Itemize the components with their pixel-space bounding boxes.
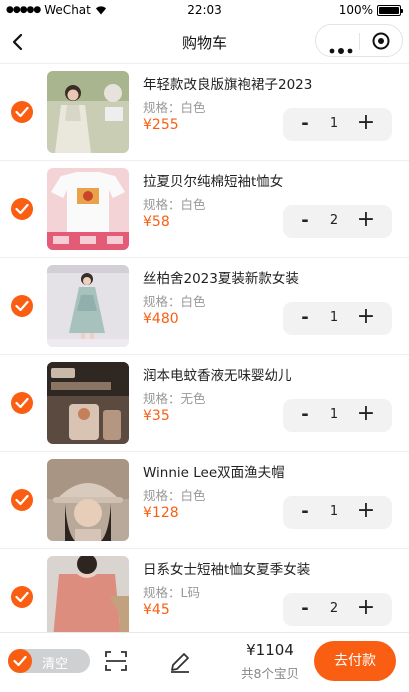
scan-button[interactable] [104,650,128,672]
increase-button[interactable]: + [356,498,376,523]
cart-item: 丝柏舍2023夏装新款女装 规格：白色 ¥480 - 1 + [0,257,409,354]
close-mini-program-button[interactable] [372,32,390,50]
product-image[interactable] [47,265,129,347]
product-spec: 规格：白色 [143,488,206,503]
quantity-stepper: - 2 + [283,593,392,626]
battery-percent: 100% [338,3,373,17]
decrease-button[interactable]: - [296,501,314,522]
product-title[interactable]: 日系女士短袖t恤女夏季女装 [143,558,393,578]
product-image[interactable] [47,556,129,638]
cart-item: 日系女士短袖t恤女夏季女装 规格：L码 ¥45 - 2 + [0,548,409,645]
product-spec: 规格：白色 [143,197,206,212]
product-price: ¥58 [143,214,170,230]
item-checkbox[interactable] [11,392,33,414]
decrease-button[interactable]: - [296,307,314,328]
edit-button[interactable] [168,650,192,674]
target-close-icon [372,32,390,50]
check-icon [15,203,29,215]
check-icon [15,106,29,118]
product-title[interactable]: Winnie Lee双面渔夫帽 [143,461,393,481]
check-icon [15,397,29,409]
clear-toggle[interactable]: 清空 [8,649,90,673]
product-title[interactable]: 润本电蚊香液无味婴幼儿 [143,364,393,384]
increase-button[interactable]: + [356,401,376,426]
item-checkbox[interactable] [11,198,33,220]
decrease-button[interactable]: - [296,113,314,134]
nav-bar: 购物车 [0,20,409,64]
quantity-stepper: - 1 + [283,496,392,529]
product-title[interactable]: 年轻款改良版旗袍裙子2023 [143,73,393,93]
quantity-stepper: - 1 + [283,302,392,335]
quantity-value[interactable]: 1 [323,504,345,519]
product-spec: 规格：白色 [143,294,206,309]
increase-button[interactable]: + [356,304,376,329]
check-icon [15,300,29,312]
quantity-stepper: - 1 + [283,399,392,432]
cart-item: Winnie Lee双面渔夫帽 规格：白色 ¥128 - 1 + [0,451,409,548]
quantity-stepper: - 1 + [283,108,392,141]
increase-button[interactable]: + [356,595,376,620]
check-icon [15,591,29,603]
item-checkbox[interactable] [11,101,33,123]
product-price: ¥480 [143,311,179,327]
cart-item-list: 年轻款改良版旗袍裙子2023 规格：白色 ¥255 - 1 + 拉夏贝尔纯棉短袖… [0,63,409,645]
product-price: ¥35 [143,408,170,424]
product-spec: 规格：无色 [143,391,206,406]
clear-label: 清空 [42,657,69,672]
cart-item: 润本电蚊香液无味婴幼儿 规格：无色 ¥35 - 1 + [0,354,409,451]
checkout-bar: 清空 ¥1104 共8个宝贝 去付款 [0,632,409,692]
capsule-divider [359,33,360,50]
item-checkbox[interactable] [11,586,33,608]
cart-item: 拉夏贝尔纯棉短袖t恤女 规格：白色 ¥58 - 2 + [0,160,409,257]
check-icon [13,655,27,667]
product-image[interactable] [47,168,129,250]
quantity-value[interactable]: 2 [323,601,345,616]
mini-program-capsule [315,24,403,57]
product-spec: 规格：L码 [143,585,200,600]
total-amount: ¥1104 [246,641,294,659]
pencil-icon [171,653,189,673]
quantity-stepper: - 2 + [283,205,392,238]
product-price: ¥45 [143,602,170,618]
product-image[interactable] [47,459,129,541]
decrease-button[interactable]: - [296,404,314,425]
product-image[interactable] [47,71,129,153]
status-bar: ●●●●● WeChat 22:03 100% [0,0,409,20]
battery-icon [377,4,403,16]
more-button[interactable] [328,39,358,54]
product-spec: 规格：白色 [143,100,206,115]
product-title[interactable]: 拉夏贝尔纯棉短袖t恤女 [143,170,393,190]
decrease-button[interactable]: - [296,210,314,231]
battery-status: 100% [338,3,403,17]
more-dots-icon [329,48,353,54]
cart-item: 年轻款改良版旗袍裙子2023 规格：白色 ¥255 - 1 + [0,63,409,160]
scan-icon [105,651,127,671]
product-image[interactable] [47,362,129,444]
item-checkbox[interactable] [11,295,33,317]
increase-button[interactable]: + [356,207,376,232]
decrease-button[interactable]: - [296,598,314,619]
checkout-button[interactable]: 去付款 [314,641,396,681]
quantity-value[interactable]: 1 [323,116,345,131]
product-price: ¥128 [143,505,179,521]
select-all-checkbox[interactable] [8,649,32,673]
quantity-value[interactable]: 1 [323,407,345,422]
product-price: ¥255 [143,117,179,133]
quantity-value[interactable]: 2 [323,213,345,228]
quantity-value[interactable]: 1 [323,310,345,325]
product-title[interactable]: 丝柏舍2023夏装新款女装 [143,267,393,287]
check-icon [15,494,29,506]
item-checkbox[interactable] [11,489,33,511]
increase-button[interactable]: + [356,110,376,135]
total-count: 共8个宝贝 [241,666,299,681]
